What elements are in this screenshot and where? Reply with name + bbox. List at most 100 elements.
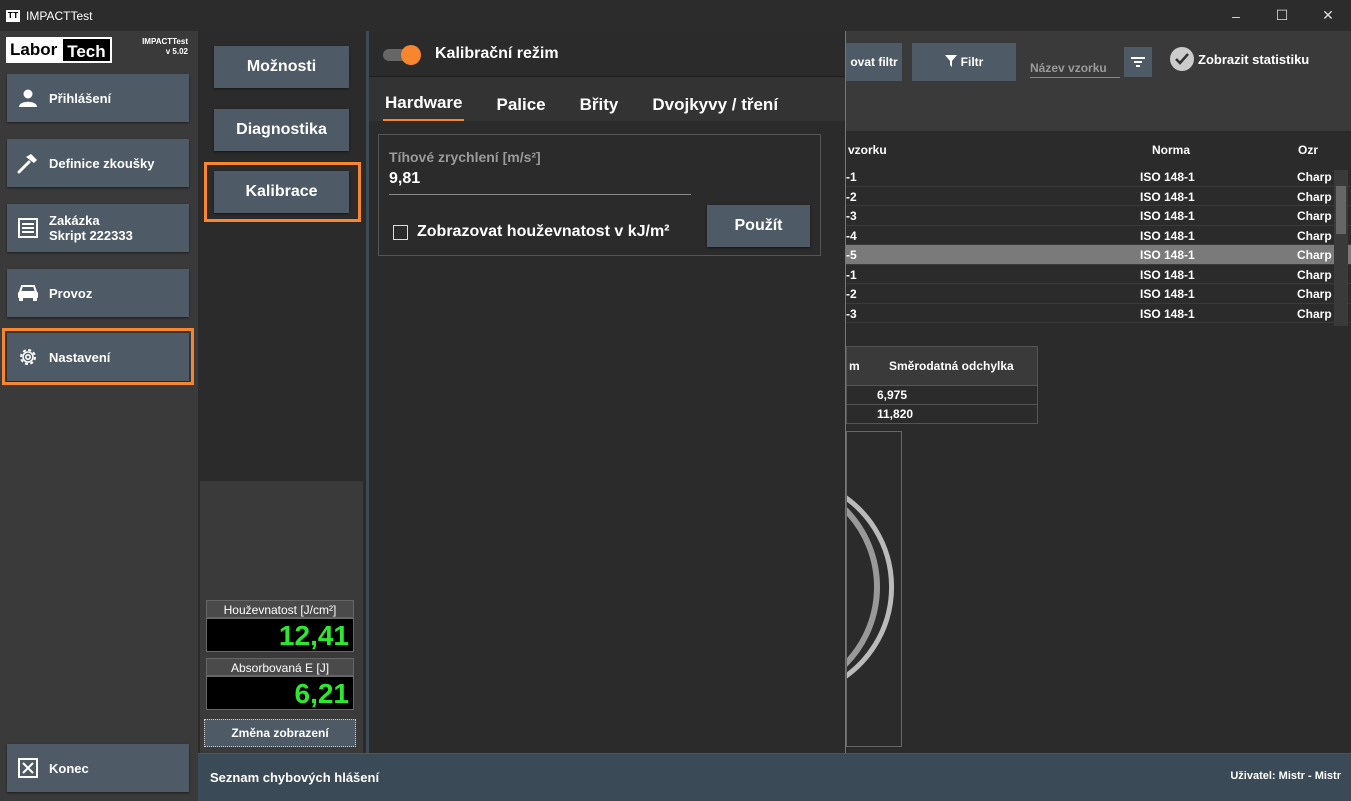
left-nav: Labor Tech IMPACTTest v 5.02 Přihlášení … [0,31,198,801]
submenu-options-button[interactable]: Možnosti [214,46,349,88]
tab-pendulum-friction[interactable]: Dvojkyvy / tření [650,95,780,121]
energy-value: 6,21 [206,676,354,710]
cell-mark: Charp [1297,248,1332,262]
filter-button-label: Filtr [960,55,984,69]
table-scrollbar[interactable] [1334,170,1348,326]
statistics-row: 6,975 [847,385,1037,404]
version-app: IMPACTTest [142,37,188,46]
stat-value: 11,820 [877,407,914,421]
cell-norm: ISO 148-1 [1140,306,1195,321]
header-norm: Norma [1152,143,1191,157]
settings-highlight [2,328,194,385]
table-row[interactable]: -2 ISO 148-1 Charp [846,187,1351,206]
show-statistics-label: Zobrazit statistiku [1198,51,1310,67]
cancel-filter-button[interactable]: ovat filtr [846,43,902,81]
nav-order-line2: Skript 222333 [49,228,133,243]
table-row-selected[interactable]: -5 ISO 148-1 Charp [846,245,1351,265]
statistics-row: 11,820 [847,404,1037,423]
cell-sample: -2 [846,287,857,301]
statistics-table: m Směrodatná odchylka 6,975 11,820 [846,346,1038,424]
version-number: v 5.02 [165,47,188,56]
nav-login-button[interactable]: Přihlášení [7,74,189,122]
close-icon[interactable]: ✕ [1305,0,1351,31]
minimize-icon[interactable]: – [1213,0,1259,31]
cell-sample: -5 [846,248,857,262]
cell-norm: ISO 148-1 [1140,170,1195,184]
cell-norm: ISO 148-1 [1140,228,1195,243]
show-statistics-toggle[interactable]: Zobrazit statistiku [1170,47,1309,71]
cell-norm: ISO 148-1 [1140,189,1195,204]
tab-brity[interactable]: Břity [578,95,621,121]
header-mark: Ozr [1298,143,1319,157]
cell-mark: Charp [1297,306,1332,321]
gauge-arc [847,495,894,679]
cell-sample: -4 [846,228,857,243]
table-row[interactable]: -1 ISO 148-1 Charp [846,167,1351,187]
logo-tech: Tech [61,37,112,63]
statistics-header: m Směrodatná odchylka [847,347,1037,385]
filter-button[interactable]: Filtr [912,43,1016,81]
cell-sample: -1 [846,267,857,282]
nav-exit-label: Konec [49,760,89,776]
nav-order-label: Zakázka Skript 222333 [49,213,133,243]
title-bar: TT IMPACTTest – ☐ ✕ [0,0,1351,31]
samples-toolbar: ovat filtr Filtr Název vzorku Zobrazit s… [846,31,1351,131]
cell-norm: ISO 148-1 [1140,267,1195,282]
nav-test-definition-button[interactable]: Definice zkoušky [7,139,189,187]
table-header: vzorku Norma Ozr [846,131,1351,167]
table-row[interactable]: -3 ISO 148-1 Charp [846,304,1351,323]
header-sample: vzorku [848,143,887,157]
exit-icon [15,755,41,781]
show-kj-checkbox[interactable] [393,225,408,240]
table-row[interactable]: -1 ISO 148-1 Charp [846,265,1351,284]
cell-mark: Charp [1297,228,1332,243]
maximize-icon[interactable]: ☐ [1259,0,1305,31]
toughness-value: 12,41 [206,618,354,652]
funnel-icon [944,54,957,70]
cell-mark: Charp [1297,287,1332,301]
nav-order-button[interactable]: Zakázka Skript 222333 [7,204,189,252]
calibration-mode-toggle[interactable] [383,44,423,65]
table-row[interactable]: -3 ISO 148-1 Charp [846,206,1351,226]
cell-sample: -3 [846,209,857,223]
table-row[interactable]: -4 ISO 148-1 Charp [846,226,1351,245]
table-row[interactable]: -2 ISO 148-1 Charp [846,284,1351,304]
cell-norm: ISO 148-1 [1140,209,1195,223]
stat-header-std: Směrodatná odchylka [889,359,1014,373]
scrollbar-thumb[interactable] [1336,186,1346,234]
tab-palice[interactable]: Palice [494,95,547,121]
nav-exit-button[interactable]: Konec [7,744,189,792]
stat-header-mean: m [849,359,860,373]
cell-sample: -1 [846,170,857,184]
change-view-button[interactable]: Změna zobrazení [204,719,356,747]
sample-name-input[interactable]: Název vzorku [1030,61,1120,78]
toggle-knob [401,44,421,65]
cell-mark: Charp [1297,170,1332,184]
energy-label: Absorbovaná E [J] [206,658,354,676]
hammer-icon [15,150,41,176]
user-info: Uživatel: Mistr - Mistr [1230,770,1341,782]
error-list-button[interactable]: Seznam chybových hlášení [198,762,391,794]
order-list-icon [15,215,41,241]
stat-value: 6,975 [877,388,908,402]
samples-view: ovat filtr Filtr Název vzorku Zobrazit s… [846,31,1351,753]
tab-hardware[interactable]: Hardware [383,93,465,121]
filter-options-icon[interactable] [1124,47,1152,77]
window-controls: – ☐ ✕ [1213,0,1351,31]
app-icon: TT [6,9,20,22]
calibration-mode-label: Kalibrační režim [435,44,559,62]
window-title: IMPACTTest [26,8,93,23]
nav-login-label: Přihlášení [49,90,112,106]
nav-operation-label: Provoz [49,285,93,301]
apply-button[interactable]: Použít [707,205,810,247]
chart-area [846,431,902,747]
submenu-diagnostics-button[interactable]: Diagnostika [214,109,349,151]
gravity-input[interactable]: 9,81 [389,170,691,195]
status-bar: Seznam chybových hlášení Uživatel: Mistr… [198,753,1351,801]
logo-labor: Labor [6,37,62,63]
calibration-panel: Kalibrační režim Hardware Palice Břity D… [366,31,846,753]
show-kj-label: Zobrazovat houževnatost v kJ/m² [417,223,670,240]
nav-operation-button[interactable]: Provoz [7,269,189,317]
user-icon [15,85,41,111]
calibration-header: Kalibrační režim [369,31,845,77]
